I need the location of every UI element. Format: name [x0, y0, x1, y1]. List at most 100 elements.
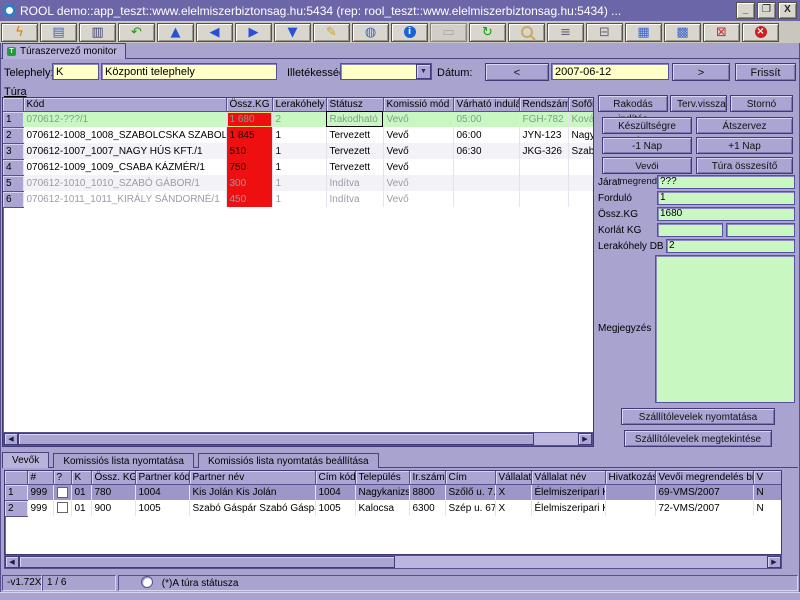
- vevok-scroll-thumb[interactable]: [19, 556, 395, 568]
- keszultsegre-bont-button[interactable]: Készültségre bont: [602, 117, 692, 134]
- vevok-row[interactable]: 2999019001005Szabó Gáspár Szabó Gáspár10…: [5, 500, 782, 516]
- column-header-irszam[interactable]: Ir.szám: [409, 471, 445, 484]
- megjegyzes-field[interactable]: [655, 255, 795, 403]
- fordulo-field[interactable]: 1: [657, 191, 795, 205]
- atszervez-button[interactable]: Átszervez: [696, 117, 793, 134]
- column-header-partner_nev[interactable]: Partner név: [189, 471, 315, 484]
- tura-row[interactable]: 4070612-1009_1009_CSABA KÁZMÉR/17501Terv…: [3, 159, 594, 175]
- minimize-button[interactable]: _: [736, 2, 755, 19]
- column-header-v[interactable]: V: [753, 471, 782, 484]
- column-header-num[interactable]: [5, 471, 27, 484]
- jarat-field[interactable]: ???: [657, 175, 795, 189]
- column-header-komissio[interactable]: Komissió mód: [383, 98, 453, 111]
- tura-row[interactable]: 5070612-1010_1010_SZABÓ GÁBOR/13001Indít…: [3, 175, 594, 191]
- column-header-telepules[interactable]: Település: [355, 471, 409, 484]
- scroll-left-icon[interactable]: ◀: [4, 433, 18, 445]
- column-header-cim[interactable]: Cím: [445, 471, 495, 484]
- tura-row[interactable]: 6070612-1011_1011_KIRÁLY SÁNDORNÉ/14501I…: [3, 191, 594, 207]
- tura-table: KódÖssz.KGLerakóhelyStátuszKomissió módV…: [3, 98, 594, 208]
- column-header-k[interactable]: K: [71, 471, 91, 484]
- column-header-num[interactable]: [3, 98, 23, 111]
- tura-row[interactable]: 2070612-1008_1008_SZABOLCSKA SZABOLCS/11…: [3, 127, 594, 143]
- szallitolevelek-nyomtatasa-button[interactable]: Szállítólevelek nyomtatása: [621, 408, 775, 425]
- osszkg-field[interactable]: 1680: [657, 207, 795, 221]
- cell-osszkg: 510: [226, 143, 272, 159]
- database-button[interactable]: ◍: [352, 23, 389, 42]
- last-record-button[interactable]: ▼: [274, 23, 311, 42]
- form-window-button[interactable]: ▭: [430, 23, 467, 42]
- flash-button[interactable]: ϟ: [1, 23, 38, 42]
- korlat-kg-field-2[interactable]: [726, 223, 795, 237]
- datum-input[interactable]: [551, 63, 669, 80]
- szallitolevelek-megtekintese-button[interactable]: Szállítólevelek megtekintése: [624, 430, 772, 447]
- search-button[interactable]: [508, 23, 545, 42]
- first-record-button[interactable]: ▲: [157, 23, 194, 42]
- close-window-button[interactable]: ⊠: [703, 23, 740, 42]
- restore-button[interactable]: ❐: [757, 2, 776, 19]
- chevron-down-icon: ▼: [420, 68, 427, 75]
- next-record-button[interactable]: ▶: [235, 23, 272, 42]
- row-checkbox[interactable]: [57, 487, 68, 498]
- column-header-partner_kod[interactable]: Partner kód: [135, 471, 189, 484]
- save-button[interactable]: ▥: [79, 23, 116, 42]
- minus-1-nap-button[interactable]: -1 Nap: [602, 137, 692, 154]
- column-header-rendszam[interactable]: Rendszám: [519, 98, 568, 111]
- print-button[interactable]: ⊟: [586, 23, 623, 42]
- tura-row[interactable]: 1070612-???/11 6802RakodhatóVevő05:00FGH…: [3, 111, 594, 127]
- tura-osszesito-button[interactable]: Túra összesítő: [696, 157, 793, 174]
- export-grid-button[interactable]: ▦: [625, 23, 662, 42]
- undo-button[interactable]: ↶: [118, 23, 155, 42]
- next-day-button[interactable]: >: [672, 63, 730, 81]
- column-header-q[interactable]: ?: [53, 471, 71, 484]
- tura-h-scrollbar[interactable]: ◀ ▶: [3, 432, 593, 446]
- column-header-cim_kod[interactable]: Cím kód: [315, 471, 355, 484]
- column-header-hivatkozas[interactable]: Hivatkozás: [605, 471, 655, 484]
- storno-button[interactable]: Stornó: [730, 95, 793, 112]
- tura-statusz-radio[interactable]: [141, 576, 153, 588]
- tab-vevok[interactable]: Vevők: [2, 452, 49, 468]
- close-button[interactable]: X: [778, 2, 797, 19]
- lerakohely-db-field[interactable]: 2: [666, 239, 795, 253]
- plus-1-nap-button[interactable]: +1 Nap: [696, 137, 793, 154]
- column-header-lerakohely[interactable]: Lerakóhely: [272, 98, 326, 111]
- scroll-left-icon[interactable]: ◀: [5, 556, 19, 568]
- column-header-osszkg[interactable]: Össz. KG: [91, 471, 135, 484]
- prev-day-button[interactable]: <: [485, 63, 549, 81]
- edit-button[interactable]: ✎: [313, 23, 350, 42]
- korlat-kg-field-1[interactable]: [657, 223, 723, 237]
- column-header-biz_szam[interactable]: Vevői megrendelés biz.szám: [655, 471, 753, 484]
- telephely-code-input[interactable]: [52, 63, 99, 80]
- vevok-row[interactable]: 1999017801004Kis Jolán Kis Jolán1004Nagy…: [5, 484, 782, 500]
- import-grid-button[interactable]: ▩: [664, 23, 701, 42]
- info-button[interactable]: i: [391, 23, 428, 42]
- refresh-button[interactable]: ↻: [469, 23, 506, 42]
- scroll-right-icon[interactable]: ▶: [578, 433, 592, 445]
- vevok-h-scrollbar[interactable]: ◀ ▶: [4, 555, 782, 569]
- tura-scroll-thumb[interactable]: [18, 433, 534, 445]
- exit-button[interactable]: ×: [742, 23, 779, 42]
- column-header-hash[interactable]: #: [27, 471, 53, 484]
- rows-button[interactable]: ≡: [547, 23, 584, 42]
- tab-komissios-lista-nyomtatas-beallitasa[interactable]: Komissiós lista nyomtatás beállítása: [198, 453, 379, 468]
- column-header-osszkg[interactable]: Össz.KG: [226, 98, 272, 111]
- column-header-statusz[interactable]: Státusz: [326, 98, 383, 111]
- telephely-name-input[interactable]: [101, 63, 277, 80]
- terv-vissza-button[interactable]: Terv.vissza: [670, 95, 727, 112]
- column-header-vallalat_nev[interactable]: Vállalat név: [531, 471, 605, 484]
- column-header-sofor[interactable]: Sofőr: [568, 98, 594, 111]
- illetekesseg-dropdown-button[interactable]: ▼: [416, 64, 431, 79]
- column-header-kod[interactable]: Kód: [23, 98, 226, 111]
- edit-icon: ✎: [326, 26, 337, 39]
- refresh-button[interactable]: Frissít: [735, 63, 796, 81]
- tab-komissios-lista-nyomtatasa[interactable]: Komissiós lista nyomtatása: [53, 453, 194, 468]
- open-folder-button[interactable]: ▤: [40, 23, 77, 42]
- prev-record-button[interactable]: ◀: [196, 23, 233, 42]
- scroll-right-icon[interactable]: ▶: [767, 556, 781, 568]
- vevoi-megrendeles-button[interactable]: Vevői megrendelés: [602, 157, 692, 174]
- column-header-vallalat[interactable]: Vállalat: [495, 471, 531, 484]
- column-header-indulas[interactable]: Várható indulás: [453, 98, 519, 111]
- tab-turaszervezo-monitor[interactable]: T Túraszervező monitor: [2, 43, 126, 59]
- tura-row[interactable]: 3070612-1007_1007_NAGY HÚS KFT./15101Ter…: [3, 143, 594, 159]
- row-checkbox[interactable]: [57, 502, 68, 513]
- rakodas-inditas-button[interactable]: Rakodás indítás: [598, 95, 668, 112]
